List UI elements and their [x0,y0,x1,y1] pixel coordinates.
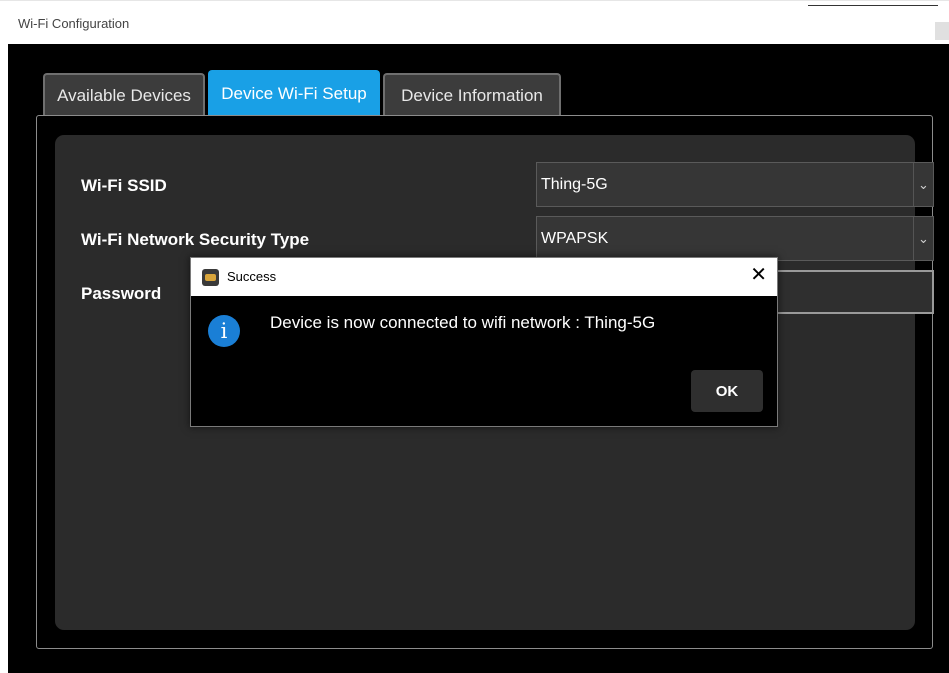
window-titlebar: Wi-Fi Configuration [0,0,949,44]
info-icon: i [208,315,240,347]
ssid-value: Thing-5G [541,176,608,193]
ssid-label: Wi-Fi SSID [81,176,167,195]
ssid-select[interactable]: Thing-5G ⌄ [536,162,934,207]
tab-device-information[interactable]: Device Information [383,73,561,116]
security-type-label: Wi-Fi Network Security Type [81,230,310,249]
tab-device-wifi-setup[interactable]: Device Wi-Fi Setup [208,70,380,116]
ok-button[interactable]: OK [691,370,763,412]
dialog-message: Device is now connected to wifi network … [270,313,656,332]
password-label: Password [81,284,162,303]
tab-available-devices[interactable]: Available Devices [43,73,205,116]
success-dialog: Success ✕ i Device is now connected to w… [190,257,778,427]
security-type-value: WPAPSK [541,230,609,247]
chevron-down-icon[interactable]: ⌄ [913,163,933,206]
titlebar-divider [808,5,938,6]
window-title: Wi-Fi Configuration [18,16,130,31]
app-icon [202,269,219,286]
window-edge-control[interactable] [935,22,949,40]
close-icon[interactable]: ✕ [750,264,767,286]
dialog-title: Success [227,269,277,284]
dialog-titlebar: Success ✕ [191,258,777,296]
chevron-down-icon[interactable]: ⌄ [913,217,933,260]
security-type-select[interactable]: WPAPSK ⌄ [536,216,934,261]
